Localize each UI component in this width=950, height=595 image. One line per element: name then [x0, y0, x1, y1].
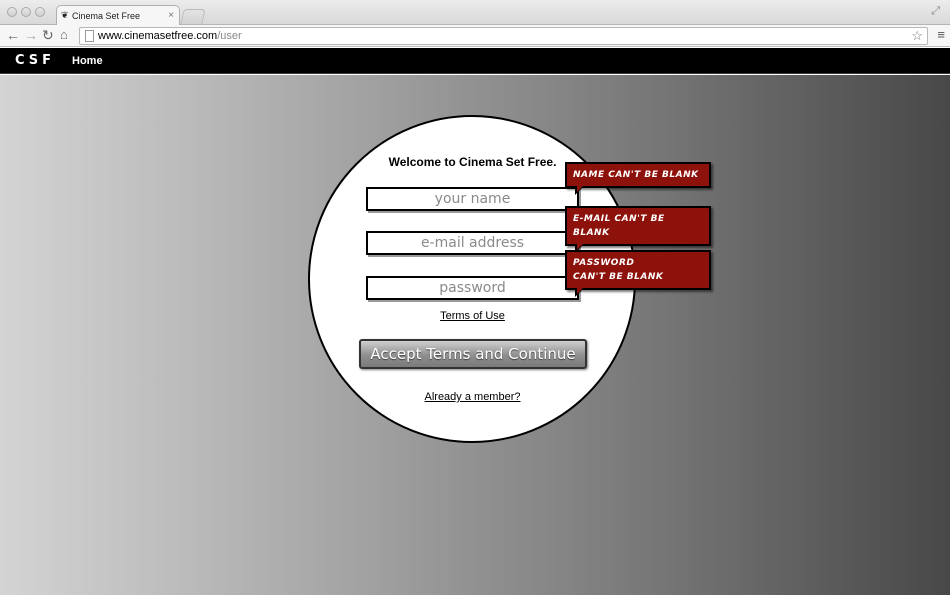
address-bar[interactable]: www.cinemasetfree.com/user ☆ — [79, 27, 928, 45]
password-error-line2: can't be blank — [573, 272, 664, 282]
reload-icon[interactable]: ↻ — [42, 27, 54, 43]
browser-tabstrip: ❦ Cinema Set Free × ⤢ — [0, 0, 950, 26]
window-minimize-button[interactable] — [21, 7, 31, 17]
window-zoom-button[interactable] — [35, 7, 45, 17]
browser-tab[interactable]: ❦ Cinema Set Free × — [56, 5, 180, 26]
tab-title: Cinema Set Free — [72, 11, 141, 21]
email-input[interactable] — [366, 231, 579, 255]
nav-home-link[interactable]: Home — [72, 55, 103, 67]
fullscreen-icon[interactable]: ⤢ — [931, 5, 940, 18]
site-logo[interactable]: CSF — [15, 53, 55, 68]
name-error-text: Name can't be blank — [573, 170, 699, 180]
url-host: www.cinemasetfree.com — [98, 30, 218, 42]
favicon-icon: ❦ — [61, 10, 69, 20]
menu-icon[interactable]: ≡ — [937, 28, 945, 42]
new-tab-button[interactable] — [180, 9, 206, 24]
email-error-text: E-mail can't be blank — [573, 214, 665, 238]
name-error-tooltip: Name can't be blank — [565, 162, 711, 195]
name-input[interactable] — [366, 187, 579, 211]
terms-of-use-link[interactable]: Terms of Use — [330, 310, 615, 322]
browser-toolbar: ← → ↻ ⌂ www.cinemasetfree.com/user ☆ ≡ — [0, 25, 950, 47]
url-text[interactable]: www.cinemasetfree.com/user — [98, 30, 242, 42]
window-close-button[interactable] — [7, 7, 17, 17]
password-error-line1: Password — [573, 258, 635, 268]
email-error-tooltip: E-mail can't be blank — [565, 206, 711, 253]
star-icon[interactable]: ☆ — [911, 28, 923, 44]
site-navbar: CSF Home — [0, 48, 950, 74]
password-error-tooltip: Password can't be blank — [565, 250, 711, 297]
password-input[interactable] — [366, 276, 579, 300]
home-icon[interactable]: ⌂ — [60, 27, 68, 43]
back-arrow-icon[interactable]: ← — [6, 27, 20, 43]
page-icon — [85, 30, 94, 42]
already-member-link[interactable]: Already a member? — [330, 391, 615, 403]
url-path: /user — [217, 30, 242, 42]
accept-terms-button[interactable]: Accept Terms and Continue — [359, 339, 587, 369]
forward-arrow-icon[interactable]: → — [24, 27, 38, 43]
tab-close-icon[interactable]: × — [168, 10, 174, 21]
